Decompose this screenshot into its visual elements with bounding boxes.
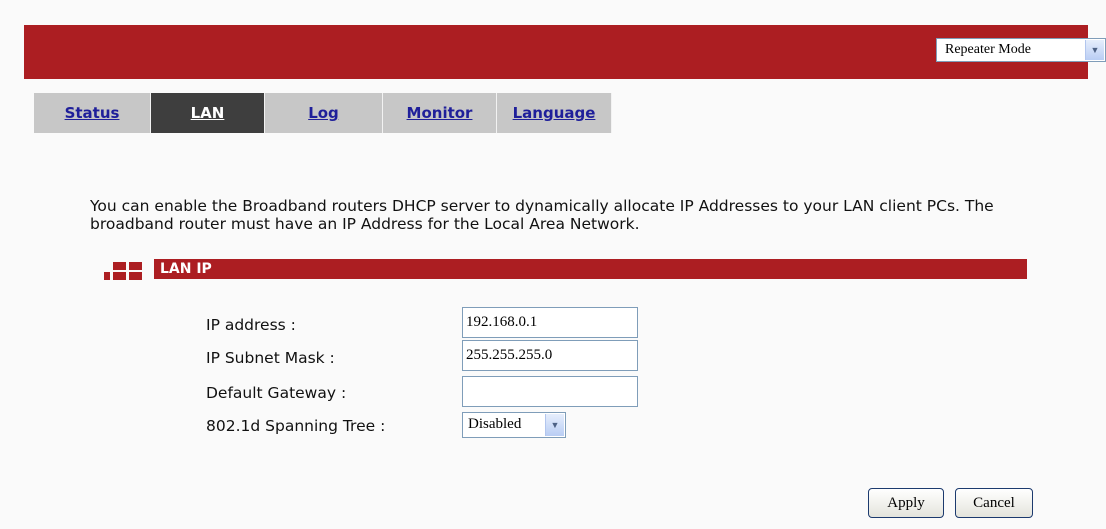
ip-address-input[interactable]: 192.168.0.1 bbox=[462, 307, 638, 338]
default-gateway-input[interactable] bbox=[462, 376, 638, 407]
intro-description: You can enable the Broadband routers DHC… bbox=[90, 197, 994, 233]
subnet-mask-input[interactable]: 255.255.255.0 bbox=[462, 340, 638, 371]
tab-log[interactable]: Log bbox=[265, 93, 383, 133]
ip-address-label: IP address : bbox=[206, 316, 296, 334]
main-tabs: Status LAN Log Monitor Language bbox=[34, 93, 612, 133]
tab-status[interactable]: Status bbox=[34, 93, 151, 133]
tab-lan[interactable]: LAN bbox=[151, 93, 265, 133]
spanning-tree-value: Disabled bbox=[468, 416, 522, 432]
chevron-down-icon[interactable]: ▼ bbox=[1085, 40, 1104, 60]
spanning-tree-select[interactable]: Disabled ▼ bbox=[462, 412, 566, 438]
cancel-button[interactable]: Cancel bbox=[955, 488, 1033, 518]
chevron-down-icon[interactable]: ▼ bbox=[545, 414, 564, 436]
tab-language[interactable]: Language bbox=[497, 93, 612, 133]
subnet-mask-label: IP Subnet Mask : bbox=[206, 349, 335, 367]
section-title: LAN IP bbox=[160, 261, 212, 277]
apply-button[interactable]: Apply bbox=[868, 488, 944, 518]
grid-icon bbox=[104, 262, 142, 280]
default-gateway-label: Default Gateway : bbox=[206, 384, 347, 402]
section-title-bar: LAN IP bbox=[154, 259, 1027, 279]
tab-monitor[interactable]: Monitor bbox=[383, 93, 497, 133]
top-header-bar: Repeater Mode ▼ bbox=[24, 25, 1106, 79]
operation-mode-select[interactable]: Repeater Mode ▼ bbox=[936, 38, 1106, 62]
spanning-tree-label: 802.1d Spanning Tree : bbox=[206, 417, 386, 435]
operation-mode-value: Repeater Mode bbox=[945, 42, 1031, 57]
